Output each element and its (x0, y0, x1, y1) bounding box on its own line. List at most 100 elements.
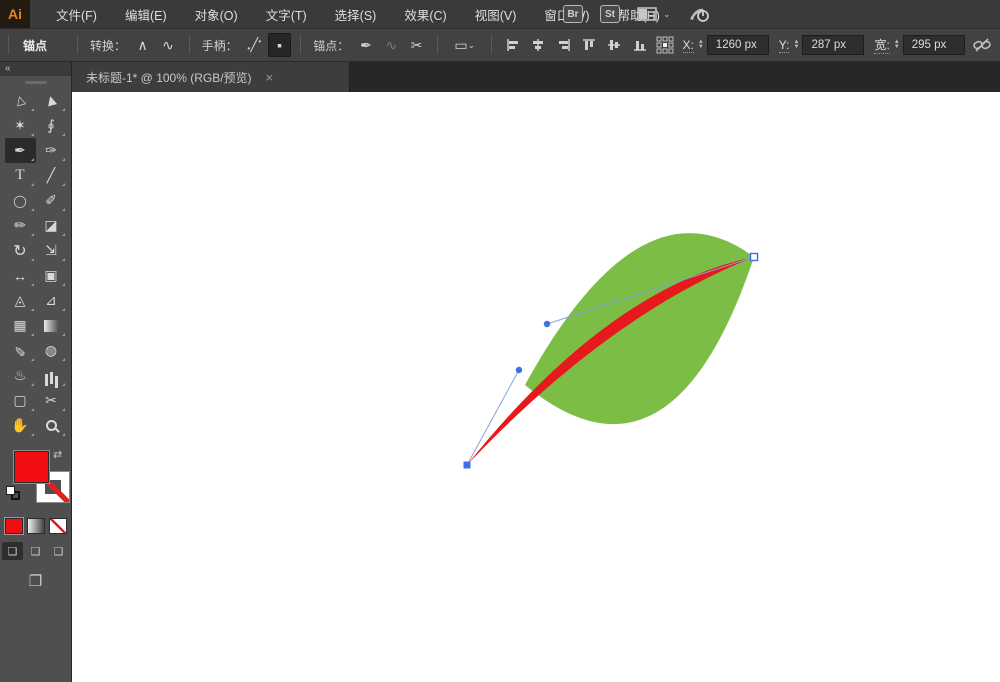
tab-close-button[interactable]: × (266, 70, 274, 85)
symbol-sprayer-tool[interactable]: ♨ (5, 363, 36, 388)
blend-tool[interactable]: ◍ (36, 338, 67, 363)
align-left-button[interactable] (501, 33, 524, 57)
free-transform-tool[interactable]: ▣ (36, 263, 67, 288)
gradient-swatch-icon (44, 319, 58, 332)
slice-tool[interactable]: ✂ (36, 388, 67, 413)
none-button[interactable] (48, 518, 67, 534)
gradient-button[interactable] (26, 518, 45, 534)
leaf-shape[interactable] (525, 233, 754, 425)
menu-edit[interactable]: 编辑(E) (111, 0, 181, 28)
y-input[interactable]: 287 px (802, 35, 865, 55)
panel-drag-grip[interactable] (24, 81, 47, 84)
reference-point-locator[interactable] (653, 33, 676, 57)
hand-tool[interactable]: ✋ (5, 413, 36, 438)
selection-tool[interactable]: ▶ (36, 88, 67, 113)
curvature-tool[interactable]: ✑ (36, 138, 67, 163)
shaper-tool[interactable]: ✏ (5, 213, 36, 238)
rotate-tool[interactable]: ↻ (5, 238, 36, 263)
convert-to-corner-button[interactable]: ∧ (131, 33, 154, 57)
artboard-tool[interactable]: ▢ (5, 388, 36, 413)
show-handles-button[interactable]: ╱ • • (243, 33, 266, 57)
control-point-handle[interactable] (515, 366, 523, 374)
y-stepper[interactable]: ▲ ▼ (793, 39, 799, 50)
draw-inside-button[interactable]: ❏ (48, 542, 69, 560)
swap-fill-stroke-icon[interactable]: ⇄ (53, 448, 62, 461)
line-segment-tool[interactable]: ╱ (36, 163, 67, 188)
smooth-point-icon: ∿ (162, 36, 174, 53)
anchor-point-hollow[interactable] (749, 252, 759, 262)
stock-icon[interactable]: St (600, 5, 620, 23)
width-stepper[interactable]: ▲ ▼ (894, 39, 900, 50)
menu-view[interactable]: 视图(V) (461, 0, 531, 28)
separator (491, 36, 493, 54)
align-top-button[interactable] (577, 33, 600, 57)
bridge-icon[interactable]: Br (563, 5, 583, 23)
anchor-point-selected[interactable] (463, 461, 471, 469)
magic-wand-tool[interactable]: ✶ (5, 113, 36, 138)
eyedropper-tool[interactable]: ✎ (5, 338, 36, 363)
draw-normal-button[interactable]: ❏ (2, 542, 23, 560)
shape-builder-tool[interactable]: ◬ (5, 288, 36, 313)
artboard-tool-icon: ▢ (13, 392, 27, 408)
x-stepper[interactable]: ▲ ▼ (698, 39, 704, 50)
drawing-modes-row: ❏ ❏ ❏ (0, 542, 71, 560)
cut-path-button[interactable]: ✂ (405, 33, 428, 57)
width-arrows-icon: ↔ (13, 267, 27, 284)
convert-to-smooth-button[interactable]: ∿ (156, 33, 179, 57)
eraser-tool[interactable]: ◪ (36, 213, 67, 238)
artboard-canvas[interactable] (72, 92, 1000, 682)
control-point-handle[interactable] (543, 320, 551, 328)
scale-tool[interactable]: ⇲ (36, 238, 67, 263)
align-bottom-button[interactable] (628, 33, 651, 57)
hide-handles-button[interactable]: ▪ (267, 33, 292, 57)
isolate-selection-button[interactable]: ▭ ⌄ (447, 33, 482, 57)
constrain-proportions-button[interactable] (971, 33, 994, 57)
pencil-icon: ✏ (14, 217, 26, 233)
broken-chain-icon (973, 38, 992, 52)
lasso-tool[interactable]: ∮ (36, 113, 67, 138)
gradient-tool[interactable] (36, 313, 67, 338)
document-tab[interactable]: 未标题-1* @ 100% (RGB/预览) × (72, 62, 350, 92)
align-center-horizontal-button[interactable] (527, 33, 550, 57)
menu-effect[interactable]: 效果(C) (390, 0, 460, 28)
mesh-tool[interactable]: ▦ (5, 313, 36, 338)
slice-icon: ✂ (45, 392, 57, 408)
draw-behind-button[interactable]: ❏ (25, 542, 46, 560)
panel-collapse-button[interactable]: « (0, 62, 71, 76)
align-center-vertical-button[interactable] (603, 33, 626, 57)
y-label[interactable]: Y: (778, 38, 790, 53)
menu-file[interactable]: 文件(F) (42, 0, 111, 28)
menu-type[interactable]: 文字(T) (252, 0, 321, 28)
perspective-grid-tool[interactable]: ⊿ (36, 288, 67, 313)
direct-selection-tool[interactable]: ▷ (5, 88, 36, 113)
connect-endpoints-button[interactable]: ∿ (380, 33, 403, 57)
corner-point-icon: ∧ (137, 36, 148, 53)
width-label[interactable]: 宽: (874, 36, 890, 54)
change-screen-mode-button[interactable]: ❐ (29, 572, 42, 590)
remove-anchor-button[interactable]: ✒ (354, 33, 377, 57)
width-input[interactable]: 295 px (902, 35, 965, 55)
workspace-layout-icon (637, 7, 657, 21)
workspace-switcher[interactable]: ⌄ (637, 7, 671, 21)
ellipse-tool[interactable]: ◯ (5, 188, 36, 213)
color-button[interactable] (3, 517, 24, 535)
eyedropper-icon: ✎ (14, 343, 26, 359)
width-tool[interactable]: ↔ (5, 263, 36, 288)
column-graph-tool[interactable] (36, 363, 67, 388)
default-fill-stroke-icon[interactable] (6, 486, 20, 500)
zoom-tool[interactable] (36, 413, 67, 438)
type-tool[interactable]: T (5, 163, 36, 188)
control-bar: 锚点 转换： ∧ ∿ 手柄： ╱ • • ▪ 锚点： ✒ ∿ ✂ ▭ ⌄ X: … (0, 28, 1000, 62)
align-right-button[interactable] (552, 33, 575, 57)
paintbrush-tool[interactable]: ✐ (36, 188, 67, 213)
x-input[interactable]: 1260 px (706, 35, 769, 55)
fill-color-indicator[interactable] (13, 450, 50, 484)
magic-wand-icon: ✶ (14, 117, 26, 133)
pen-tool[interactable]: ✒ (4, 138, 36, 163)
menu-object[interactable]: 对象(O) (181, 0, 252, 28)
menubar: Ai 文件(F) 编辑(E) 对象(O) 文字(T) 选择(S) 效果(C) 视… (0, 0, 1000, 28)
menu-select[interactable]: 选择(S) (321, 0, 391, 28)
x-label[interactable]: X: (682, 38, 694, 53)
line-icon: ╱ (46, 167, 56, 183)
share-power-icon[interactable] (688, 5, 710, 23)
